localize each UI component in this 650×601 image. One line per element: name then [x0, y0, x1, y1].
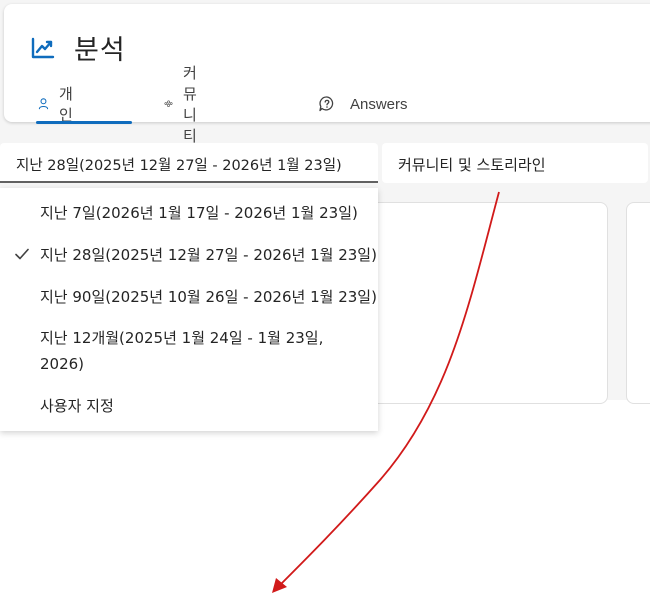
tab-community[interactable]: 커뮤니티 [164, 64, 208, 145]
date-range-listbox: 지난 7일(2026년 1월 17일 - 2026년 1월 23일) 지난 28… [0, 188, 378, 431]
active-tab-indicator [36, 121, 132, 124]
option-label: 지난 7일(2026년 1월 17일 - 2026년 1월 23일) [40, 204, 358, 222]
option-label: 지난 12개월(2025년 1월 24일 - 1월 23일, 2026) [40, 329, 324, 373]
date-range-dropdown[interactable]: 지난 28일(2025년 12월 27일 - 2026년 1월 23일) [0, 143, 378, 183]
tab-personal[interactable]: 개인 [38, 85, 78, 124]
scope-value: 커뮤니티 및 스토리라인 [398, 156, 546, 174]
metric-card [626, 202, 650, 404]
people-community-icon [164, 100, 173, 107]
option-label: 지난 28일(2025년 12월 27일 - 2026년 1월 23일) [40, 246, 377, 264]
option-label: 지난 90일(2025년 10월 26일 - 2026년 1월 23일) [40, 288, 377, 306]
scope-dropdown[interactable]: 커뮤니티 및 스토리라인 [382, 143, 648, 183]
question-chat-icon [319, 96, 334, 112]
option-label: 사용자 지정 [40, 397, 114, 415]
page-title: 분석 [74, 35, 126, 66]
tab-community-label: 커뮤니티 [183, 64, 197, 145]
checkmark-icon [15, 248, 29, 260]
tab-personal-label: 개인 [58, 85, 73, 124]
date-range-value: 지난 28일(2025년 12월 27일 - 2026년 1월 23일) [16, 158, 342, 174]
title-row: 분석 [30, 28, 126, 67]
metric-card [362, 202, 608, 404]
tab-answers[interactable]: Answers [318, 86, 408, 122]
person-icon [38, 98, 49, 110]
analytics-header: 분석 개인 커뮤니티 Answers [4, 4, 650, 145]
tab-answers-label: Answers [350, 95, 408, 113]
chart-trend-icon [31, 37, 55, 58]
